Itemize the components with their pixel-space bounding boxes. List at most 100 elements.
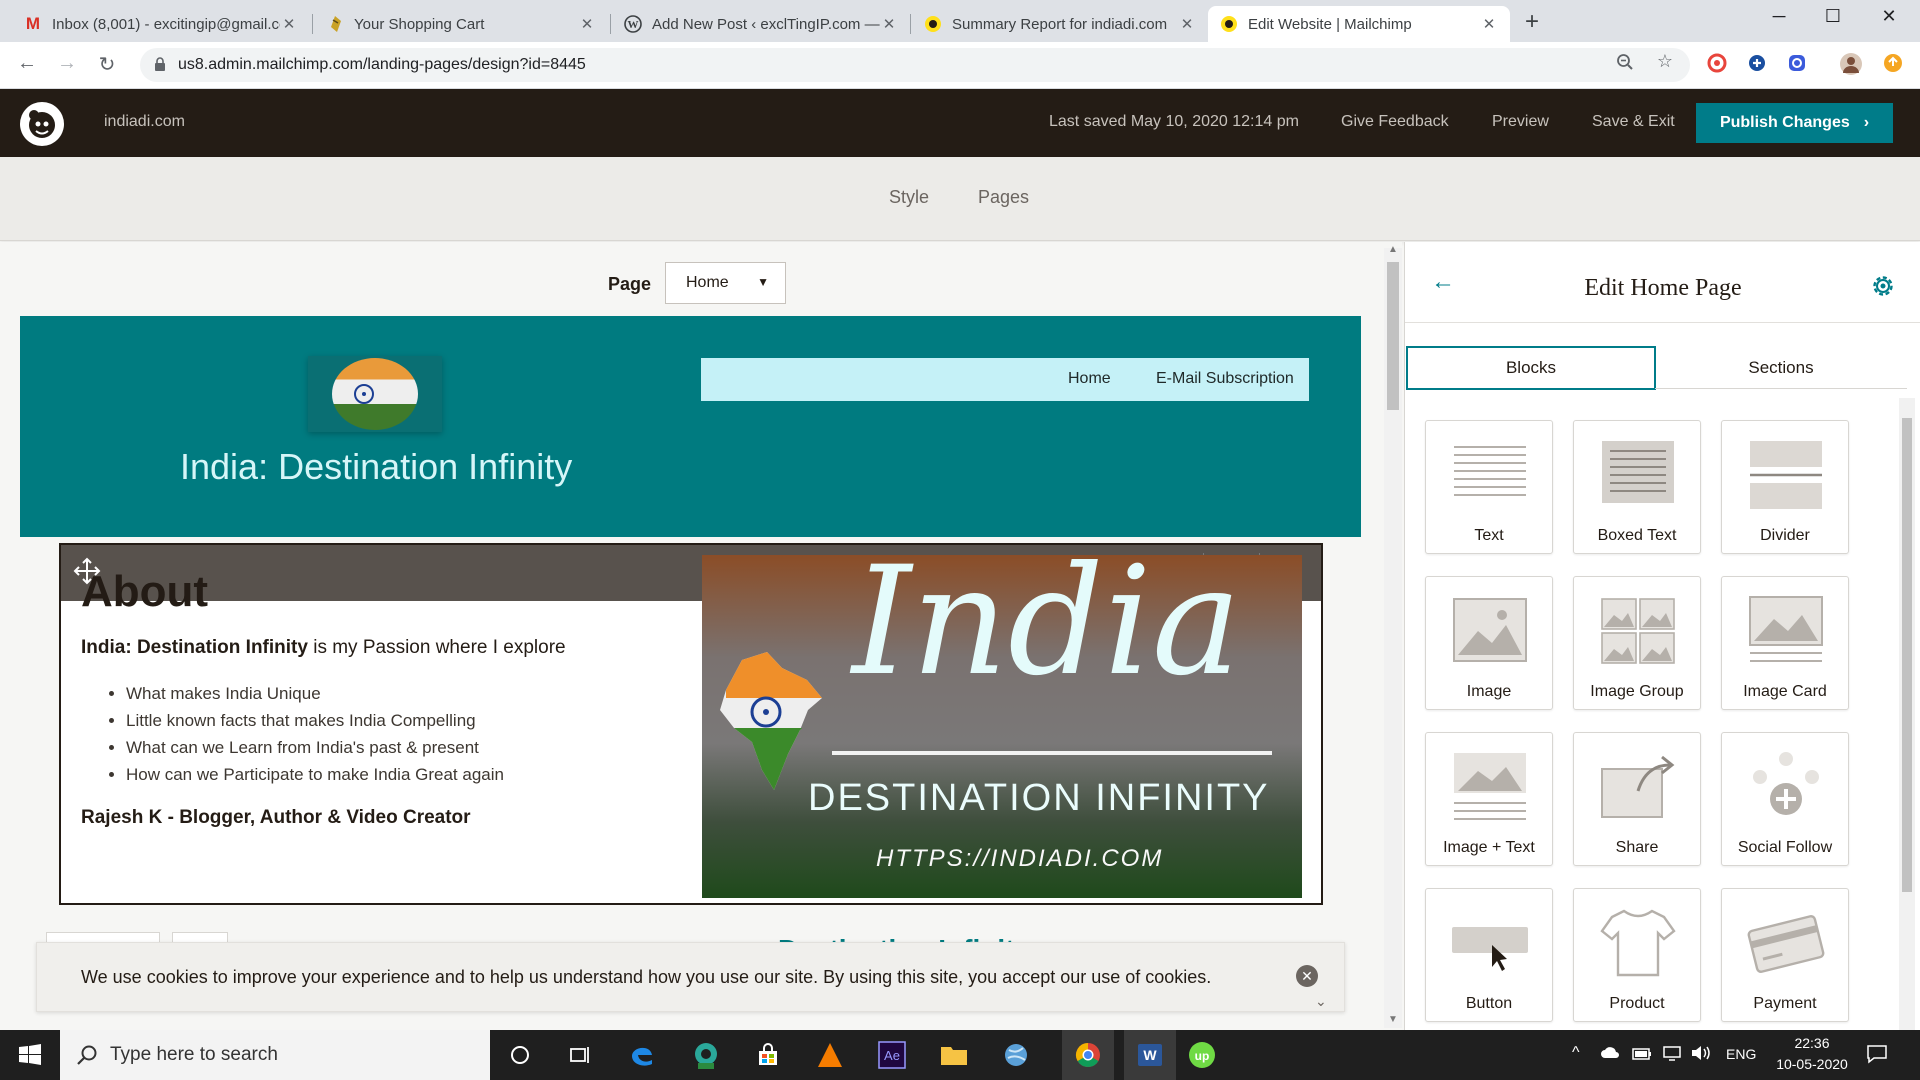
tab-sections[interactable]: Sections <box>1656 346 1906 390</box>
chrome-icon[interactable] <box>1062 1030 1114 1080</box>
store-icon[interactable] <box>752 1039 784 1071</box>
banner-url: HTTPS://INDIADI.COM <box>876 845 1164 872</box>
block-image-group[interactable]: Image Group <box>1573 576 1701 710</box>
action-center-icon[interactable] <box>1866 1044 1888 1067</box>
scroll-up-icon[interactable]: ▲ <box>1388 244 1398 255</box>
extension-icon[interactable] <box>1706 53 1728 75</box>
task-view-icon[interactable] <box>564 1039 596 1071</box>
block-payment[interactable]: Payment <box>1721 888 1849 1022</box>
block-product[interactable]: Product <box>1573 888 1701 1022</box>
publish-changes-button[interactable]: Publish Changes › <box>1696 103 1893 143</box>
block-text[interactable]: Text <box>1425 420 1553 554</box>
tab-title: Add New Post ‹ exclTingIP.com — WordPres… <box>652 15 880 33</box>
browser-tab-active[interactable]: Edit Website | Mailchimp ✕ <box>1208 6 1510 42</box>
file-explorer-icon[interactable] <box>938 1039 970 1071</box>
site-nav-home[interactable]: Home <box>1068 370 1111 388</box>
page-select[interactable]: Home ▼ <box>665 262 786 304</box>
scroll-down-icon[interactable]: ▼ <box>1388 1014 1398 1025</box>
update-icon[interactable] <box>1882 53 1904 75</box>
url-field[interactable]: us8.admin.mailchimp.com/landing-pages/de… <box>140 48 1690 82</box>
extension-icon[interactable] <box>1746 53 1768 75</box>
browser-tab[interactable]: M Inbox (8,001) - excitingip@gmail.com ✕ <box>12 6 310 42</box>
clock-time[interactable]: 22:36 <box>1780 1035 1844 1051</box>
close-icon[interactable]: ✕ <box>1178 15 1196 33</box>
clock-date[interactable]: 10-05-2020 <box>1768 1056 1856 1072</box>
block-button[interactable]: Button <box>1425 888 1553 1022</box>
minimize-icon[interactable]: ─ <box>1756 6 1802 27</box>
give-feedback-link[interactable]: Give Feedback <box>1341 113 1449 131</box>
maximize-icon[interactable]: ☐ <box>1810 6 1856 27</box>
tab-title: Inbox (8,001) - excitingip@gmail.com <box>52 15 280 33</box>
gear-icon[interactable] <box>1869 272 1897 300</box>
block-label: Share <box>1615 839 1659 856</box>
browser-tab[interactable]: W Add New Post ‹ exclTingIP.com — WordPr… <box>612 6 910 42</box>
word-icon[interactable]: W <box>1124 1030 1176 1080</box>
zoom-icon[interactable] <box>1614 53 1636 75</box>
window-close-icon[interactable]: ✕ <box>1866 6 1912 27</box>
network-icon[interactable] <box>1662 1044 1682 1065</box>
forward-arrow-icon[interactable]: → <box>52 52 82 75</box>
close-icon[interactable]: ✕ <box>578 15 596 33</box>
block-image-text[interactable]: Image + Text <box>1425 732 1553 866</box>
button-block-icon <box>1452 927 1528 971</box>
move-icon[interactable] <box>73 557 101 585</box>
scrollbar-thumb[interactable] <box>1902 418 1912 892</box>
block-divider[interactable]: Divider <box>1721 420 1849 554</box>
bookmark-star-icon[interactable]: ☆ <box>1654 51 1676 73</box>
list-item: What makes India Unique <box>126 683 504 705</box>
block-image[interactable]: Image <box>1425 576 1553 710</box>
show-hidden-icons-icon[interactable]: ^ <box>1572 1044 1580 1062</box>
back-arrow-icon[interactable]: ← <box>12 52 42 75</box>
canvas-scrollbar[interactable]: ▲ ▼ <box>1384 244 1402 1028</box>
edge-beta-icon[interactable] <box>690 1039 722 1071</box>
chevron-down-icon[interactable]: ⌄ <box>1315 993 1327 1010</box>
block-image-card[interactable]: Image Card <box>1721 576 1849 710</box>
tab-separator <box>312 14 313 34</box>
save-exit-link[interactable]: Save & Exit <box>1592 113 1675 131</box>
block-social-follow[interactable]: Social Follow <box>1721 732 1849 866</box>
block-boxed-text[interactable]: Boxed Text <box>1573 420 1701 554</box>
vlc-icon[interactable] <box>814 1039 846 1071</box>
close-icon[interactable]: ✕ <box>1296 965 1318 987</box>
site-name[interactable]: indiadi.com <box>104 113 185 131</box>
windows-logo-icon <box>19 1044 41 1065</box>
block-share[interactable]: Share <box>1573 732 1701 866</box>
svg-text:Ae: Ae <box>884 1048 900 1063</box>
volume-icon[interactable] <box>1690 1044 1712 1065</box>
profile-avatar[interactable] <box>1840 53 1862 75</box>
close-icon[interactable]: ✕ <box>1480 15 1498 33</box>
upwork-icon[interactable]: up <box>1186 1039 1218 1071</box>
about-content-block[interactable]: About India: Destination Infinity is my … <box>59 543 1323 905</box>
extension-icon[interactable] <box>1786 53 1808 75</box>
browser-tab[interactable]: Your Shopping Cart ✕ <box>314 6 608 42</box>
site-logo[interactable] <box>308 356 442 432</box>
close-icon[interactable]: ✕ <box>280 15 298 33</box>
onedrive-icon[interactable] <box>1600 1045 1620 1062</box>
reload-icon[interactable]: ↻ <box>92 52 122 77</box>
browser-tab[interactable]: Summary Report for indiadi.com ✕ <box>912 6 1208 42</box>
site-title[interactable]: India: Destination Infinity <box>180 446 572 488</box>
close-icon[interactable]: ✕ <box>880 15 898 33</box>
tab-style[interactable]: Style <box>889 187 929 208</box>
panel-scrollbar[interactable] <box>1899 398 1915 1030</box>
site-navigation[interactable]: Home E-Mail Subscription <box>701 358 1309 401</box>
edge-icon[interactable] <box>626 1039 658 1071</box>
earth-app-icon[interactable] <box>1000 1039 1032 1071</box>
block-label: Product <box>1609 995 1665 1012</box>
taskbar-search-placeholder: Type here to search <box>110 1044 278 1065</box>
battery-icon[interactable] <box>1632 1044 1652 1065</box>
tab-pages[interactable]: Pages <box>978 187 1029 208</box>
cortana-icon[interactable] <box>504 1039 536 1071</box>
india-destination-infinity-banner[interactable]: India DESTINATION INFINITY HTTPS://INDIA… <box>702 555 1302 898</box>
mailchimp-logo[interactable] <box>20 102 64 146</box>
language-indicator[interactable]: ENG <box>1726 1046 1756 1062</box>
new-tab-icon[interactable]: + <box>1520 8 1544 36</box>
scrollbar-thumb[interactable] <box>1387 262 1399 410</box>
site-header-section[interactable]: India: Destination Infinity Home E-Mail … <box>20 316 1361 537</box>
taskbar-search-box[interactable]: Type here to search <box>60 1030 490 1080</box>
tab-blocks[interactable]: Blocks <box>1406 346 1656 390</box>
site-nav-email-subscription[interactable]: E-Mail Subscription <box>1156 370 1294 388</box>
preview-link[interactable]: Preview <box>1492 113 1549 131</box>
after-effects-icon[interactable]: Ae <box>876 1039 908 1071</box>
windows-start-button[interactable] <box>0 1030 60 1080</box>
